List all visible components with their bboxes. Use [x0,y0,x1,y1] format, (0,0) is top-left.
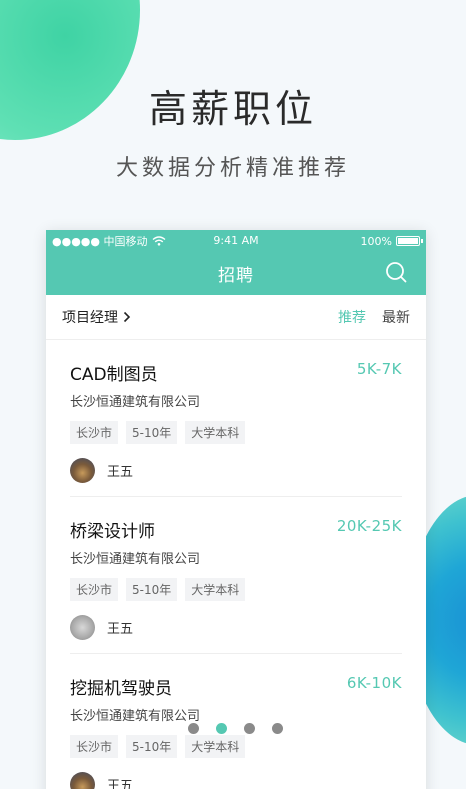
page-title: 招聘 [218,266,254,286]
tag-experience: 5-10年 [126,421,178,444]
job-title: CAD制图员 [70,365,158,385]
tag-location: 长沙市 [70,735,119,758]
tag-experience: 5-10年 [126,578,178,601]
phone-mockup: ●●●●● 中国移动 9:41 AM 100% 招聘 项目经理 推荐 最新 CA… [46,230,426,789]
pager-dot-active[interactable] [216,723,227,734]
job-salary: 20K-25K [336,517,402,535]
tag-education: 大学本科 [185,735,246,758]
tag-location: 长沙市 [70,578,119,601]
sort-recommend-tab[interactable]: 推荐 [338,307,366,327]
contact-name: 王五 [107,779,134,789]
sort-newest-tab[interactable]: 最新 [382,307,410,327]
pager-dot[interactable] [272,723,283,734]
contact-name: 王五 [107,622,134,637]
chevron-right-icon [123,311,131,323]
job-card[interactable]: CAD制图员 5K-7K 长沙恒通建筑有限公司 长沙市 5-10年 大学本科 王… [70,340,402,497]
carousel-pager [188,723,283,734]
job-salary: 5K-7K [356,360,402,378]
job-filter-label: 项目经理 [62,310,118,326]
job-title: 挖掘机驾驶员 [70,679,172,699]
contact-name: 王五 [107,465,134,480]
job-title: 桥梁设计师 [70,522,155,542]
tag-education: 大学本科 [185,421,246,444]
job-filter-dropdown[interactable]: 项目经理 [62,307,132,327]
tag-education: 大学本科 [185,578,246,601]
job-salary: 6K-10K [346,674,402,692]
headline: 高薪职位 [148,87,317,131]
pager-dot[interactable] [244,723,255,734]
tag-experience: 5-10年 [126,735,178,758]
subheadline: 大数据分析精准推荐 [115,156,350,181]
company-name: 长沙恒通建筑有限公司 [70,552,201,567]
status-bar: ●●●●● 中国移动 9:41 AM 100% [46,230,426,252]
job-card[interactable]: 桥梁设计师 20K-25K 长沙恒通建筑有限公司 长沙市 5-10年 大学本科 … [70,497,402,654]
company-name: 长沙恒通建筑有限公司 [70,709,201,724]
pager-dot[interactable] [188,723,199,734]
app-header: ●●●●● 中国移动 9:41 AM 100% 招聘 [46,230,426,295]
promo-page: 高薪职位 大数据分析精准推荐 ●●●●● 中国移动 9:41 AM 100% 招… [0,0,466,789]
company-name: 长沙恒通建筑有限公司 [70,395,201,410]
avatar [70,772,95,789]
filter-bar: 项目经理 推荐 最新 [46,295,426,340]
search-icon[interactable] [384,260,408,284]
job-card[interactable]: 挖掘机驾驶员 6K-10K 长沙恒通建筑有限公司 长沙市 5-10年 大学本科 … [70,654,402,789]
tag-location: 长沙市 [70,421,119,444]
avatar [70,458,95,483]
avatar [70,615,95,640]
status-time: 9:41 AM [213,234,259,247]
battery-icon [396,236,423,246]
